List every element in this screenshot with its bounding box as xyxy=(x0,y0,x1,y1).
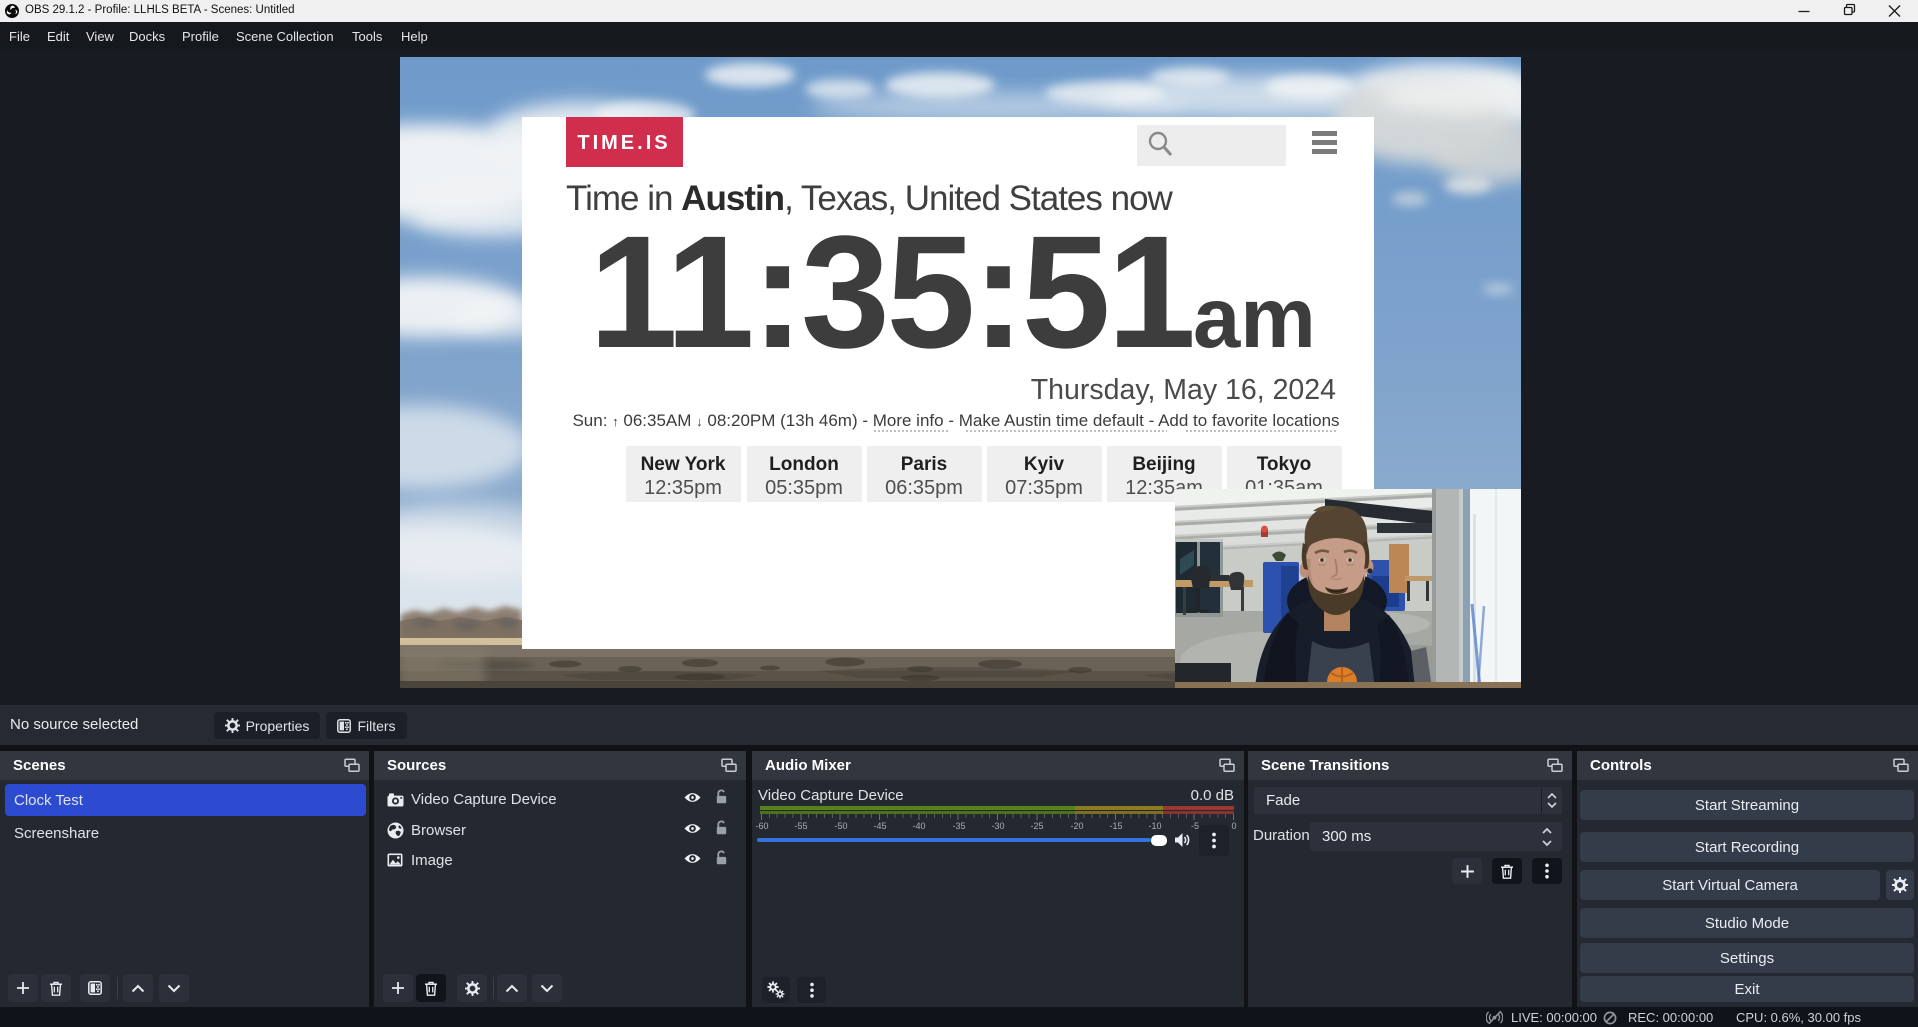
svg-text:Thursday, May 16, 2024: Thursday, May 16, 2024 xyxy=(1031,374,1336,406)
svg-text:06:35pm: 06:35pm xyxy=(885,477,963,499)
svg-text:05:35pm: 05:35pm xyxy=(765,477,843,499)
svg-text:Beijing: Beijing xyxy=(1132,454,1195,475)
svg-text:12:35pm: 12:35pm xyxy=(644,477,722,499)
svg-text:Tokyo: Tokyo xyxy=(1257,454,1312,475)
svg-text:11:35:51: 11:35:51 xyxy=(589,202,1193,381)
svg-text:London: London xyxy=(769,454,839,475)
svg-text:Paris: Paris xyxy=(901,454,947,475)
svg-text:Kyiv: Kyiv xyxy=(1024,454,1065,475)
svg-text:am: am xyxy=(1193,271,1316,366)
svg-text:07:35pm: 07:35pm xyxy=(1005,477,1083,499)
svg-text:TIME.IS: TIME.IS xyxy=(577,132,670,154)
svg-text:Sun: ↑ 06:35AM ↓ 08:20PM (13h: Sun: ↑ 06:35AM ↓ 08:20PM (13h 46m) - Mor… xyxy=(572,411,1339,430)
svg-text:New York: New York xyxy=(641,454,726,475)
